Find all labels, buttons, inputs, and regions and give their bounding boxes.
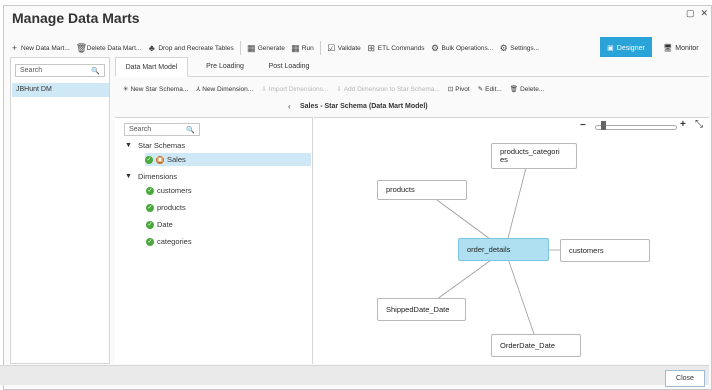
fit-to-screen-icon[interactable]: ⤡ <box>695 119 703 130</box>
node-products[interactable]: products <box>377 180 467 200</box>
zoom-slider-handle[interactable] <box>600 121 606 130</box>
zoom-in-button[interactable]: + <box>680 119 686 130</box>
diagram-connectors <box>432 159 560 338</box>
node-products-categories[interactable]: products_categori es <box>491 143 577 169</box>
connector-line <box>504 159 529 251</box>
zoom-slider-track[interactable] <box>595 125 677 130</box>
node-order-details[interactable]: order_details <box>458 238 549 261</box>
node-shipped-date[interactable]: ShippedDate_Date <box>377 298 466 321</box>
close-button[interactable]: Close <box>665 370 705 387</box>
node-order-date[interactable]: OrderDate_Date <box>491 334 581 357</box>
connector-line <box>504 249 536 338</box>
node-customers[interactable]: customers <box>560 239 650 262</box>
zoom-out-button[interactable]: − <box>580 120 586 131</box>
dialog-footer <box>0 365 709 385</box>
